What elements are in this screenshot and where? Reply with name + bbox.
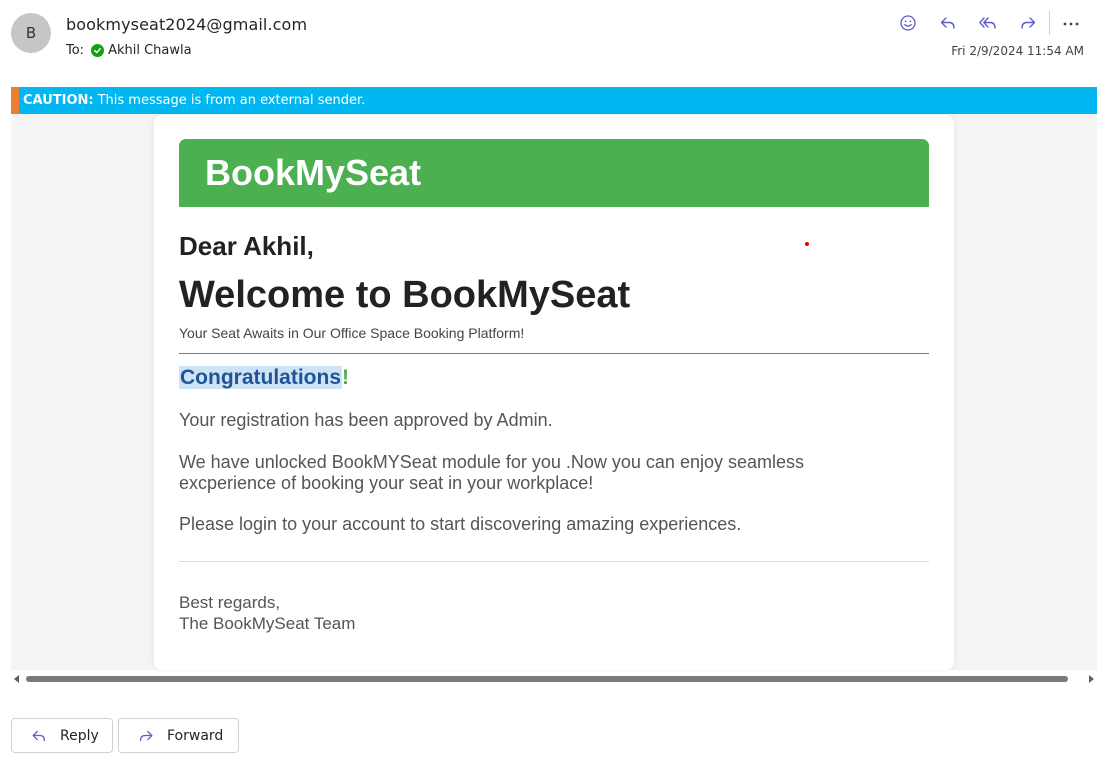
approval-paragraph: Your registration has been approved by A… — [179, 410, 553, 430]
to-label: To: — [66, 43, 85, 58]
congratulations-heading: Congratulations! — [179, 366, 349, 390]
horizontal-scrollbar[interactable] — [11, 672, 1097, 688]
signoff: Best regards, The BookMySeat Team — [179, 592, 355, 634]
reply-button-label: Reply — [60, 727, 99, 744]
reply-button[interactable]: Reply — [11, 718, 113, 753]
reply-button-icon — [32, 730, 46, 741]
verified-check-icon — [91, 44, 105, 57]
sender-avatar[interactable]: B — [11, 13, 51, 53]
congratulations-mark: ! — [342, 366, 349, 389]
greeting: Dear Akhil, — [179, 231, 314, 261]
reading-pane: BookMySeat Dear Akhil, Welcome to BookMy… — [11, 114, 1097, 670]
welcome-heading: Welcome to BookMySeat — [179, 274, 631, 316]
scrollbar-thumb[interactable] — [26, 676, 1068, 682]
sender-address[interactable]: bookmyseat2024@gmail.com — [66, 15, 307, 34]
message-timestamp: Fri 2/9/2024 11:54 AM — [951, 44, 1084, 58]
recipient-name[interactable]: Akhil Chawla — [108, 43, 192, 58]
message-actions-toolbar — [893, 11, 1086, 35]
login-paragraph: Please login to your account to start di… — [179, 514, 742, 534]
external-sender-caution: CAUTION: This message is from an externa… — [11, 87, 1097, 114]
forward-button-label: Forward — [167, 727, 224, 744]
signoff-line-1: Best regards, — [179, 593, 281, 612]
more-icon[interactable] — [1056, 11, 1086, 35]
unlock-line-2: excperience of booking your seat in your… — [179, 473, 594, 493]
unlock-line-1: We have unlocked BookMYSeat module for y… — [179, 452, 804, 472]
caution-text: This message is from an external sender. — [97, 93, 366, 108]
unlock-paragraph: We have unlocked BookMYSeat module for y… — [179, 452, 879, 494]
scroll-right-icon[interactable] — [1089, 675, 1094, 683]
reply-icon[interactable] — [933, 11, 963, 35]
red-dot-marker — [805, 242, 809, 246]
forward-button[interactable]: Forward — [118, 718, 239, 753]
forward-button-icon — [139, 730, 153, 741]
divider-bottom — [179, 561, 929, 562]
divider-top — [179, 353, 929, 354]
forward-icon[interactable] — [1013, 11, 1043, 35]
congratulations-word: Congratulations — [179, 366, 342, 389]
email-card: BookMySeat Dear Akhil, Welcome to BookMy… — [154, 115, 954, 670]
signoff-line-2: The BookMySeat Team — [179, 614, 356, 633]
caution-label: CAUTION: — [23, 93, 94, 108]
toolbar-divider — [1049, 11, 1050, 35]
reply-all-icon[interactable] — [973, 11, 1003, 35]
recipient-row: To: Akhil Chawla — [66, 43, 192, 58]
scroll-left-icon[interactable] — [14, 675, 19, 683]
emoji-icon[interactable] — [893, 11, 923, 35]
brand-logo-text: BookMySeat — [205, 152, 422, 193]
brand-banner: BookMySeat — [179, 139, 929, 207]
tagline: Your Seat Awaits in Our Office Space Boo… — [179, 325, 525, 341]
